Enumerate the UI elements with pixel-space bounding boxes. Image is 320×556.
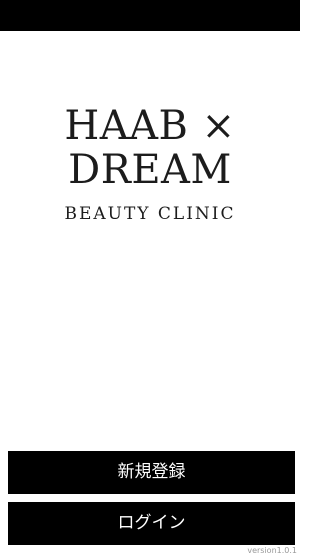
register-button[interactable]: 新規登録	[8, 451, 295, 494]
app-screen: HAAB × DREAM BEAUTY CLINIC 新規登録 ログイン ver…	[0, 0, 300, 556]
login-button[interactable]: ログイン	[8, 502, 295, 545]
logo-line-haab: HAAB ×	[64, 103, 236, 149]
status-bar	[0, 0, 300, 31]
version-label: version1.0.1	[247, 546, 297, 555]
clinic-logo: HAAB × DREAM BEAUTY CLINIC	[0, 104, 300, 224]
logo-tagline: BEAUTY CLINIC	[64, 204, 236, 224]
logo-line-dream: DREAM	[68, 147, 232, 193]
